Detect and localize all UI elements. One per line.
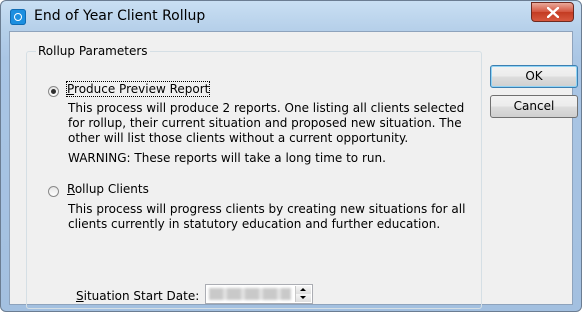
close-button[interactable] [531,2,574,22]
produce-preview-label[interactable]: Produce Preview Report [65,81,211,97]
rollup-clients-mnemonic: R [67,182,75,196]
situation-start-date-value [209,288,291,300]
spin-down-icon[interactable] [296,294,311,302]
date-spinner[interactable] [295,286,311,302]
rollup-clients-radio[interactable] [48,186,59,197]
produce-preview-mnemonic: P [67,82,75,96]
ok-button[interactable]: OK [490,65,578,88]
close-icon [547,7,559,18]
produce-preview-radio[interactable] [48,86,59,97]
group-legend: Rollup Parameters [36,44,150,58]
produce-preview-warning: WARNING: These reports will take a long … [68,151,386,165]
title-bar[interactable]: End of Year Client Rollup [1,1,581,31]
situation-start-date-label: Situation Start Date: [76,289,199,303]
rollup-clients-label[interactable]: Rollup Clients [67,182,149,196]
app-icon [10,9,26,25]
cancel-button[interactable]: Cancel [490,95,578,118]
dialog-body: Rollup Parameters Produce Preview Report… [9,31,578,309]
produce-preview-label-text: roduce Preview Report [74,82,210,96]
rollup-clients-description: This process will progress clients by cr… [68,202,466,231]
produce-preview-description: This process will produce 2 reports. One… [68,101,465,145]
situation-start-date-field[interactable] [205,284,313,304]
rollup-clients-label-text: ollup Clients [74,182,149,196]
situation-start-date-mnemonic: S [76,289,84,303]
window-title: End of Year Client Rollup [34,8,206,24]
dialog-window: End of Year Client Rollup Rollup Paramet… [0,0,582,312]
situation-start-date-label-text: ituation Start Date: [83,289,200,303]
